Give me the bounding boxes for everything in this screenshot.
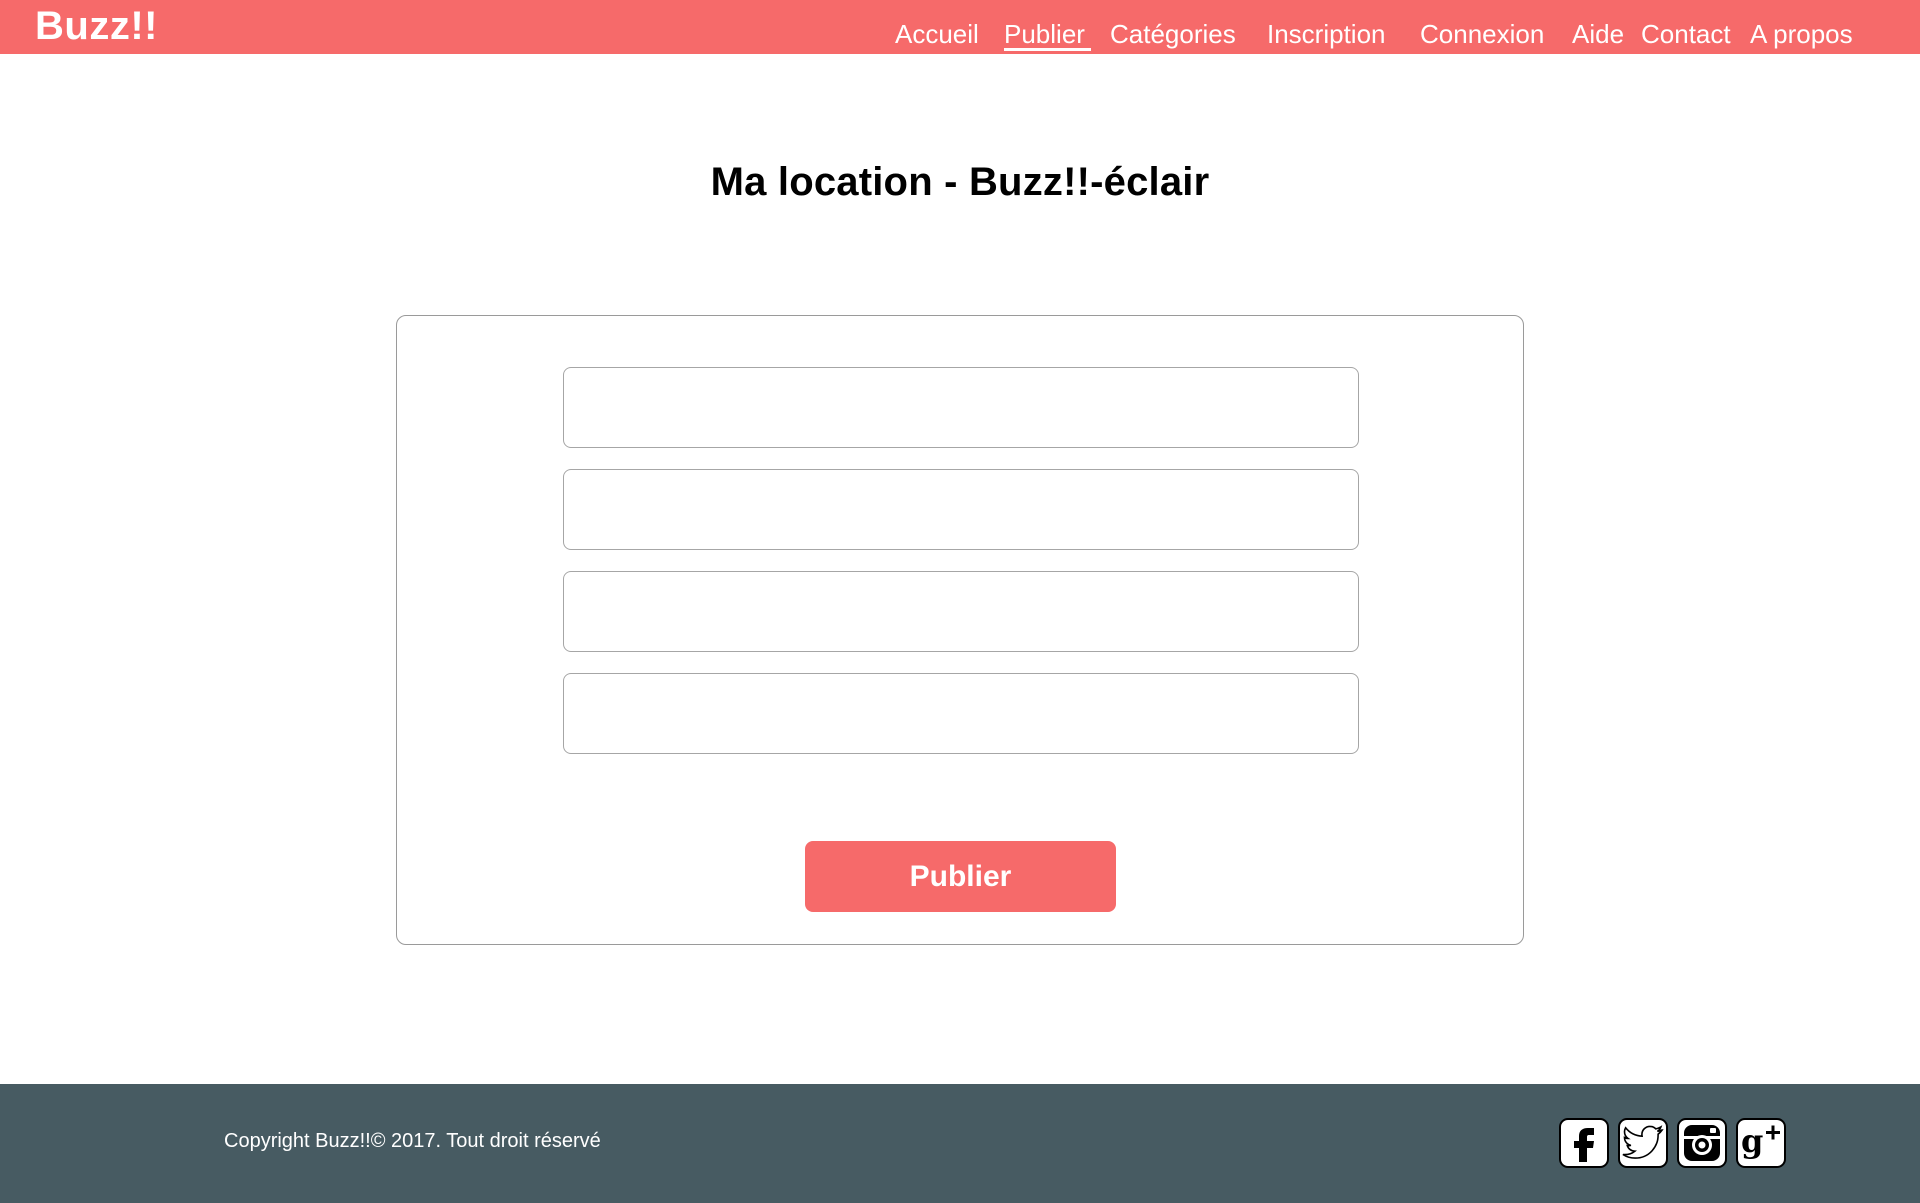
publish-button[interactable]: Publier [805, 841, 1116, 912]
top-navbar: Buzz!! Accueil Publier Catégories Inscri… [0, 0, 1920, 54]
nav-a-propos[interactable]: A propos [1750, 0, 1853, 54]
nav-contact[interactable]: Contact [1641, 0, 1731, 54]
publish-form-card: Publier [396, 315, 1524, 945]
form-field-4[interactable] [563, 673, 1359, 754]
footer: Copyright Buzz!!© 2017. Tout droit réser… [0, 1084, 1920, 1203]
form-field-1[interactable] [563, 367, 1359, 448]
nav-publier[interactable]: Publier [1004, 0, 1091, 54]
nav-aide[interactable]: Aide [1572, 0, 1624, 54]
twitter-icon[interactable] [1618, 1118, 1668, 1168]
facebook-icon[interactable] [1559, 1118, 1609, 1168]
page-title: Ma location - Buzz!!-éclair [710, 160, 1210, 204]
copyright-text: Copyright Buzz!!© 2017. Tout droit réser… [224, 1130, 601, 1152]
form-field-3[interactable] [563, 571, 1359, 652]
nav-categories[interactable]: Catégories [1110, 0, 1236, 54]
google-plus-icon[interactable]: g [1736, 1118, 1786, 1168]
nav-connexion[interactable]: Connexion [1420, 0, 1544, 54]
form-field-2[interactable] [563, 469, 1359, 550]
nav-inscription[interactable]: Inscription [1267, 0, 1386, 54]
svg-text:g: g [1741, 1123, 1763, 1160]
instagram-icon[interactable] [1677, 1118, 1727, 1168]
nav-accueil[interactable]: Accueil [895, 0, 979, 54]
brand-logo[interactable]: Buzz!! [35, 2, 158, 50]
